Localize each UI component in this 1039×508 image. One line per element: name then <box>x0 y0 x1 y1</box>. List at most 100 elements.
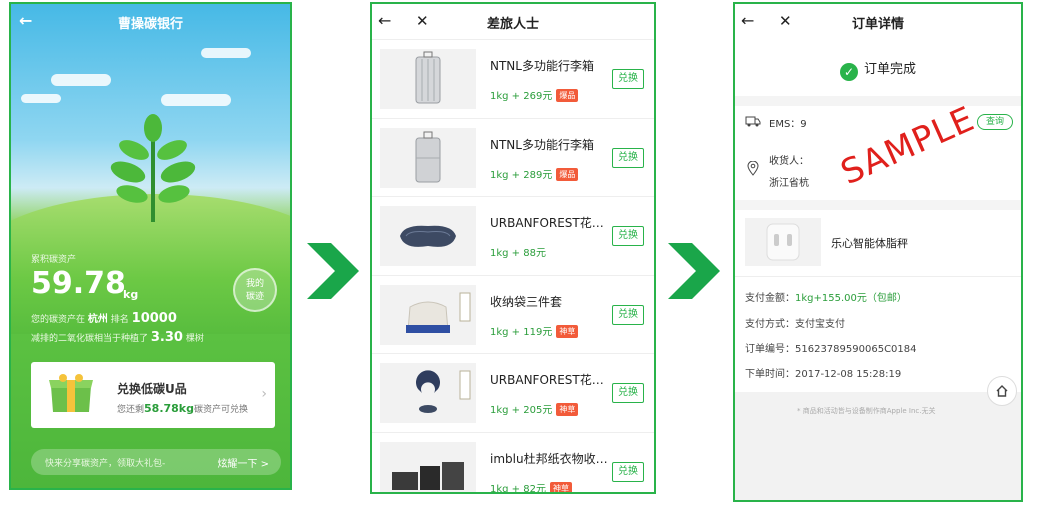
product-name: 乐心智能体脂秤 <box>831 237 908 250</box>
asset-unit: kg <box>123 288 139 301</box>
asset-value: 59.78 <box>31 266 126 301</box>
card-sub-prefix: 您还剩 <box>117 405 145 415</box>
order-time-value: 2017-12-08 15:28:19 <box>795 369 902 380</box>
redeem-button[interactable]: 兑换 <box>612 461 644 482</box>
nav-bar: ← ✕ 订单详情 <box>735 4 1021 40</box>
order-number-label: 订单编号： <box>745 344 795 355</box>
carbon-bank-screen: ← 曹操碳银行 累积碳资产 59.78 kg 您的碳资产在 杭州 排名 1000… <box>9 2 292 490</box>
my-carbon-line1: 我的 <box>245 279 264 289</box>
pay-amount-label: 支付金额： <box>745 293 795 304</box>
rank-prefix: 您的碳资产在 <box>31 315 86 325</box>
address-text: 浙江省杭 <box>769 178 809 189</box>
status-text: 订单完成 <box>863 62 916 77</box>
my-carbon-button[interactable]: 我的 碳迹 <box>233 268 277 312</box>
product-thumbnail <box>380 206 476 267</box>
order-time-row: 下单时间：2017-12-08 15:28:19 <box>745 365 901 380</box>
rank-middle: 排名 <box>110 315 129 325</box>
order-number-row: 订单编号：51623789590065C0184 <box>745 340 917 355</box>
title-bar: ← 曹操碳银行 <box>11 4 290 40</box>
order-status: ✓ 订单完成 <box>735 58 1021 81</box>
eye-mask-icon <box>400 225 456 248</box>
product-tag: 神草 <box>556 403 579 417</box>
card-sub-suffix: 碳资产可兑换 <box>194 405 249 415</box>
sample-watermark: SAMPLE <box>834 98 981 194</box>
redeem-button[interactable]: 兑换 <box>612 226 644 247</box>
suitcase-icon <box>415 131 441 183</box>
bag-set-icon <box>392 461 464 490</box>
disclaimer-text: * 商品和活动皆与设备制作商Apple Inc.无关 <box>797 407 936 415</box>
list-item[interactable]: 收纳袋三件套 1kg + 119元 神草 兑换 <box>372 276 654 355</box>
sprout-plant-icon <box>110 114 196 222</box>
redeem-card[interactable]: 兑换低碳U品 您还剩58.78kg碳资产可兑换 › <box>31 362 275 428</box>
product-price: 1kg + 205元 神草 <box>490 401 579 417</box>
section-divider <box>735 96 1021 106</box>
flow-stage: ← 曹操碳银行 累积碳资产 59.78 kg 您的碳资产在 杭州 排名 1000… <box>0 0 1039 508</box>
product-thumbnail <box>380 127 476 188</box>
back-arrow-icon[interactable]: ← <box>19 11 32 30</box>
price-text: 1kg + 82元 <box>490 483 546 494</box>
storage-bag-icon <box>406 292 471 333</box>
list-item[interactable]: NTNL多功能行李箱 1kg + 269元 爆品 兑换 <box>372 40 654 119</box>
card-title: 兑换低碳U品 <box>117 382 187 396</box>
cloud-decoration <box>21 94 61 103</box>
price-text: 1kg + 269元 <box>490 91 553 102</box>
list-item[interactable]: URBANFOREST花园眼罩 1kg + 88元 兑换 <box>372 197 654 276</box>
list-item[interactable]: URBANFOREST花园颈枕 1kg + 205元神草 兑换 <box>372 354 654 433</box>
order-detail-screen: ← ✕ 订单详情 ✓ 订单完成 EMS：9 查询 收货人： 浙江省杭 SAMPLE <box>733 2 1023 502</box>
product-name: NTNL多功能行李箱 <box>490 137 594 152</box>
home-button[interactable] <box>987 376 1017 406</box>
product-name: NTNL多功能行李箱 <box>490 59 594 73</box>
product-price: 1kg + 269元 爆品 <box>490 87 579 102</box>
price-text: 1kg + 119元 <box>490 326 553 338</box>
flow-arrow-icon <box>668 243 720 299</box>
truck-icon <box>745 116 761 127</box>
trees-text: 减排的二氧化碳相当于种植了 3.30 棵树 <box>31 330 204 345</box>
page-title: 曹操碳银行 <box>117 16 183 32</box>
share-button[interactable]: 炫耀一下 > <box>217 455 269 470</box>
redeem-button[interactable]: 兑换 <box>612 304 644 325</box>
product-tag: 爆品 <box>556 167 579 181</box>
order-time-label: 下单时间： <box>745 369 795 380</box>
share-bar[interactable]: 快来分享碳资产，领取大礼包- 炫耀一下 > <box>31 449 281 475</box>
card-sub-value: 58.78kg <box>144 402 194 415</box>
price-text: 1kg + 88元 <box>490 248 546 260</box>
redeem-button[interactable]: 兑换 <box>612 69 644 89</box>
pay-amount-row: 支付金额：1kg+155.00元（包邮） <box>745 289 907 304</box>
rank-value: 10000 <box>131 311 177 326</box>
product-thumbnail <box>380 363 476 424</box>
pay-method-label: 支付方式： <box>745 319 795 330</box>
product-list-screen: ← ✕ 差旅人士 NTNL多功能行李箱 1kg + 269元 爆品 兑换 NTN… <box>370 2 656 494</box>
share-text: 快来分享碳资产，领取大礼包- <box>45 459 166 469</box>
list-item[interactable]: NTNL多功能行李箱 1kg + 289元 爆品 兑换 <box>372 119 654 198</box>
product-name: 收纳袋三件套 <box>490 294 563 309</box>
list-item[interactable]: imblu杜邦纸衣物收纳袋 1kg + 82元 神草 兑换 <box>372 433 654 494</box>
nav-bar: ← ✕ 差旅人士 <box>372 4 654 40</box>
pay-method-value: 支付宝支付 <box>795 319 845 330</box>
product-price: 1kg + 119元 神草 <box>490 323 579 338</box>
trees-suffix: 棵树 <box>185 334 204 344</box>
product-thumbnail <box>380 284 476 345</box>
rank-text: 您的碳资产在 杭州 排名 10000 <box>31 310 177 326</box>
product-name: URBANFOREST花园颈枕 <box>490 373 608 388</box>
section-divider <box>735 276 1021 277</box>
rank-city: 杭州 <box>87 314 108 325</box>
product-price: 1kg + 88元 <box>490 244 546 259</box>
redeem-button[interactable]: 兑换 <box>612 147 644 168</box>
gift-box-icon <box>49 374 93 412</box>
cloud-decoration <box>201 48 251 58</box>
my-carbon-line2: 碳迹 <box>245 292 264 302</box>
pay-amount-value: 1kg+155.00元（包邮） <box>795 293 907 304</box>
location-pin-icon <box>747 161 759 176</box>
price-text: 1kg + 205元 <box>490 405 553 417</box>
check-circle-icon: ✓ <box>839 63 858 81</box>
product-tag: 爆品 <box>556 89 579 102</box>
scale-icon <box>766 223 800 261</box>
suitcase-icon <box>415 51 441 104</box>
asset-label: 累积碳资产 <box>31 255 77 265</box>
redeem-button[interactable]: 兑换 <box>612 383 644 404</box>
product-price: 1kg + 289元 爆品 <box>490 166 579 181</box>
product-tag: 神草 <box>556 324 579 338</box>
product-thumbnail <box>380 49 476 109</box>
track-query-button[interactable]: 查询 <box>977 114 1013 130</box>
product-price: 1kg + 82元 神草 <box>490 480 572 494</box>
